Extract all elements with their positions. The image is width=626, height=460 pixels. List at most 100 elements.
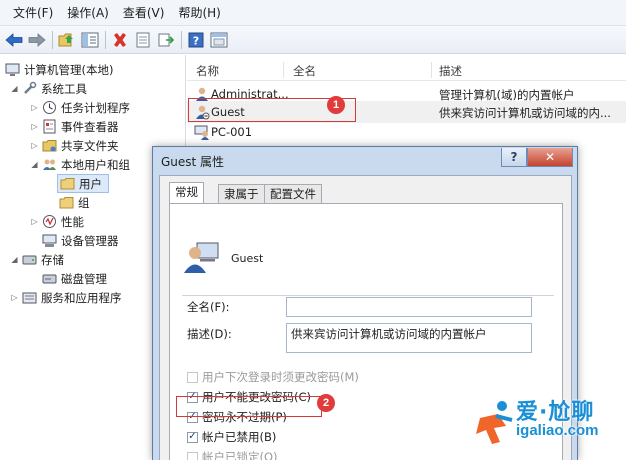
expand-triangle-icon[interactable]: ▷ [30, 103, 39, 112]
expand-triangle-icon[interactable]: ▷ [30, 141, 39, 150]
user-description: 供来宾访问计算机或访问域的内... [439, 106, 611, 120]
tree-item-label: 事件查看器 [61, 119, 119, 134]
back-arrow-icon[interactable] [4, 30, 24, 50]
expand-triangle-icon[interactable]: ▷ [30, 122, 39, 131]
toolbar: ? [0, 26, 626, 54]
tree-item-root[interactable]: 计算机管理(本地) [5, 60, 113, 79]
highlight-box-account-disabled [176, 396, 322, 417]
user-icon [194, 125, 209, 140]
checkbox-account-locked: 帐户已锁定(O) [187, 449, 278, 460]
menu-bar: 文件(F) 操作(A) 查看(V) 帮助(H) [0, 0, 626, 26]
column-header-fullname[interactable]: 全名 [293, 63, 316, 79]
collapse-triangle-icon[interactable]: ◢ [10, 84, 19, 93]
checkbox-label: 用户下次登录时须更改密码(M) [202, 370, 359, 384]
column-header-name[interactable]: 名称 [196, 63, 219, 79]
tree-item-performance[interactable]: ▷ 性能 [30, 212, 84, 231]
tree-item-label: 用户 [79, 176, 102, 191]
tree-item-disk-management[interactable]: 磁盘管理 [42, 269, 107, 288]
tree-item-groups[interactable]: 组 [59, 193, 90, 212]
tree-item-task-scheduler[interactable]: ▷ 任务计划程序 [30, 98, 130, 117]
tab-profile[interactable]: 配置文件 [264, 184, 322, 203]
dialog-help-button[interactable]: ? [501, 148, 527, 167]
watermark-logo: 爱·尬聊 igaliao.com [470, 392, 626, 452]
watermark-url: igaliao.com [516, 422, 599, 439]
folder-icon [60, 178, 75, 190]
computer-management-icon [5, 63, 20, 76]
table-row[interactable]: PC-001 [187, 121, 626, 143]
collapse-triangle-icon[interactable]: ◢ [30, 160, 39, 169]
event-viewer-icon [43, 119, 56, 134]
export-list-icon[interactable] [156, 30, 176, 50]
tree-item-system-tools[interactable]: ◢ 系统工具 [10, 79, 87, 98]
checkbox-must-change-password: 用户下次登录时须更改密码(M) [187, 369, 359, 385]
shared-folder-icon [42, 140, 57, 152]
users-group-icon [43, 159, 56, 170]
performance-icon [43, 215, 56, 228]
tree-item-label: 计算机管理(本地) [24, 62, 114, 77]
toolbar-separator [105, 30, 106, 49]
tree-item-shared-folders[interactable]: ▷ 共享文件夹 [30, 136, 118, 155]
tree-item-storage[interactable]: ◢ 存储 [10, 250, 64, 269]
tree-item-device-manager[interactable]: 设备管理器 [42, 231, 119, 250]
dialog-title: Guest 属性 [161, 155, 225, 169]
tree-item-local-users-groups[interactable]: ◢ 本地用户和组 [30, 155, 130, 174]
column-divider[interactable] [283, 62, 284, 78]
fullname-label: 全名(F): [187, 300, 230, 314]
device-manager-icon [42, 234, 57, 247]
tree-item-event-viewer[interactable]: ▷ 事件查看器 [30, 117, 119, 136]
tree-item-label: 服务和应用程序 [41, 290, 122, 305]
checkmark-icon[interactable]: ✓ [187, 431, 198, 443]
tree-item-label: 系统工具 [41, 81, 87, 96]
dialog-close-button[interactable]: ✕ [527, 148, 573, 167]
up-folder-icon[interactable] [57, 30, 77, 50]
tree-item-label: 本地用户和组 [61, 157, 130, 172]
checkbox-label: 帐户已锁定(O) [202, 450, 278, 460]
account-name: Guest [231, 252, 264, 265]
tree-item-label: 设备管理器 [61, 233, 119, 248]
delete-x-icon[interactable] [110, 30, 130, 50]
column-header-description[interactable]: 描述 [439, 63, 462, 79]
collapse-triangle-icon[interactable]: ◢ [10, 255, 19, 264]
tab-member-of[interactable]: 隶属于 [218, 184, 265, 203]
menu-file[interactable]: 文件(F) [6, 0, 60, 26]
folder-icon [59, 197, 74, 209]
divider [182, 295, 554, 296]
checkbox-box [187, 451, 198, 460]
column-divider[interactable] [431, 62, 432, 78]
running-figure-icon [476, 401, 513, 444]
tree-item-users[interactable]: 用户 [57, 174, 109, 193]
storage-icon [22, 255, 37, 265]
checkbox-box [187, 371, 198, 383]
tree-item-label: 磁盘管理 [61, 271, 107, 286]
tree-item-label: 性能 [61, 214, 84, 229]
tree-item-services-apps[interactable]: ▷ 服务和应用程序 [10, 288, 122, 307]
toolbar-separator [52, 30, 53, 49]
menu-view[interactable]: 查看(V) [116, 0, 172, 26]
step-badge-2: 2 [317, 394, 335, 412]
menu-action[interactable]: 操作(A) [60, 0, 116, 26]
tree-item-label: 组 [78, 195, 90, 210]
tree-item-label: 存储 [41, 252, 64, 267]
forward-arrow-icon[interactable] [27, 30, 47, 50]
user-avatar-icon [184, 242, 219, 273]
description-label: 描述(D): [187, 327, 232, 341]
list-header: 名称 全名 描述 [187, 59, 626, 81]
fullname-field[interactable] [286, 297, 532, 317]
disk-icon [42, 274, 57, 284]
services-icon [22, 292, 37, 304]
description-field[interactable]: 供来宾访问计算机或访问域的内置帐户 [286, 323, 532, 353]
help-icon[interactable]: ? [186, 30, 206, 50]
svg-text:?: ? [193, 34, 199, 47]
tab-general[interactable]: 常规 [169, 182, 204, 204]
expand-triangle-icon[interactable]: ▷ [10, 293, 19, 302]
console-view-icon[interactable] [209, 30, 229, 50]
step-badge-1: 1 [327, 96, 345, 114]
expand-triangle-icon[interactable]: ▷ [30, 217, 39, 226]
checkbox-label: 帐户已禁用(B) [202, 430, 277, 444]
checkbox-account-disabled[interactable]: ✓ 帐户已禁用(B) [187, 429, 276, 445]
user-name: PC-001 [211, 125, 253, 139]
toolbar-separator [181, 30, 182, 49]
properties-icon[interactable] [133, 30, 153, 50]
show-hide-tree-icon[interactable] [80, 30, 100, 50]
menu-help[interactable]: 帮助(H) [171, 0, 227, 26]
